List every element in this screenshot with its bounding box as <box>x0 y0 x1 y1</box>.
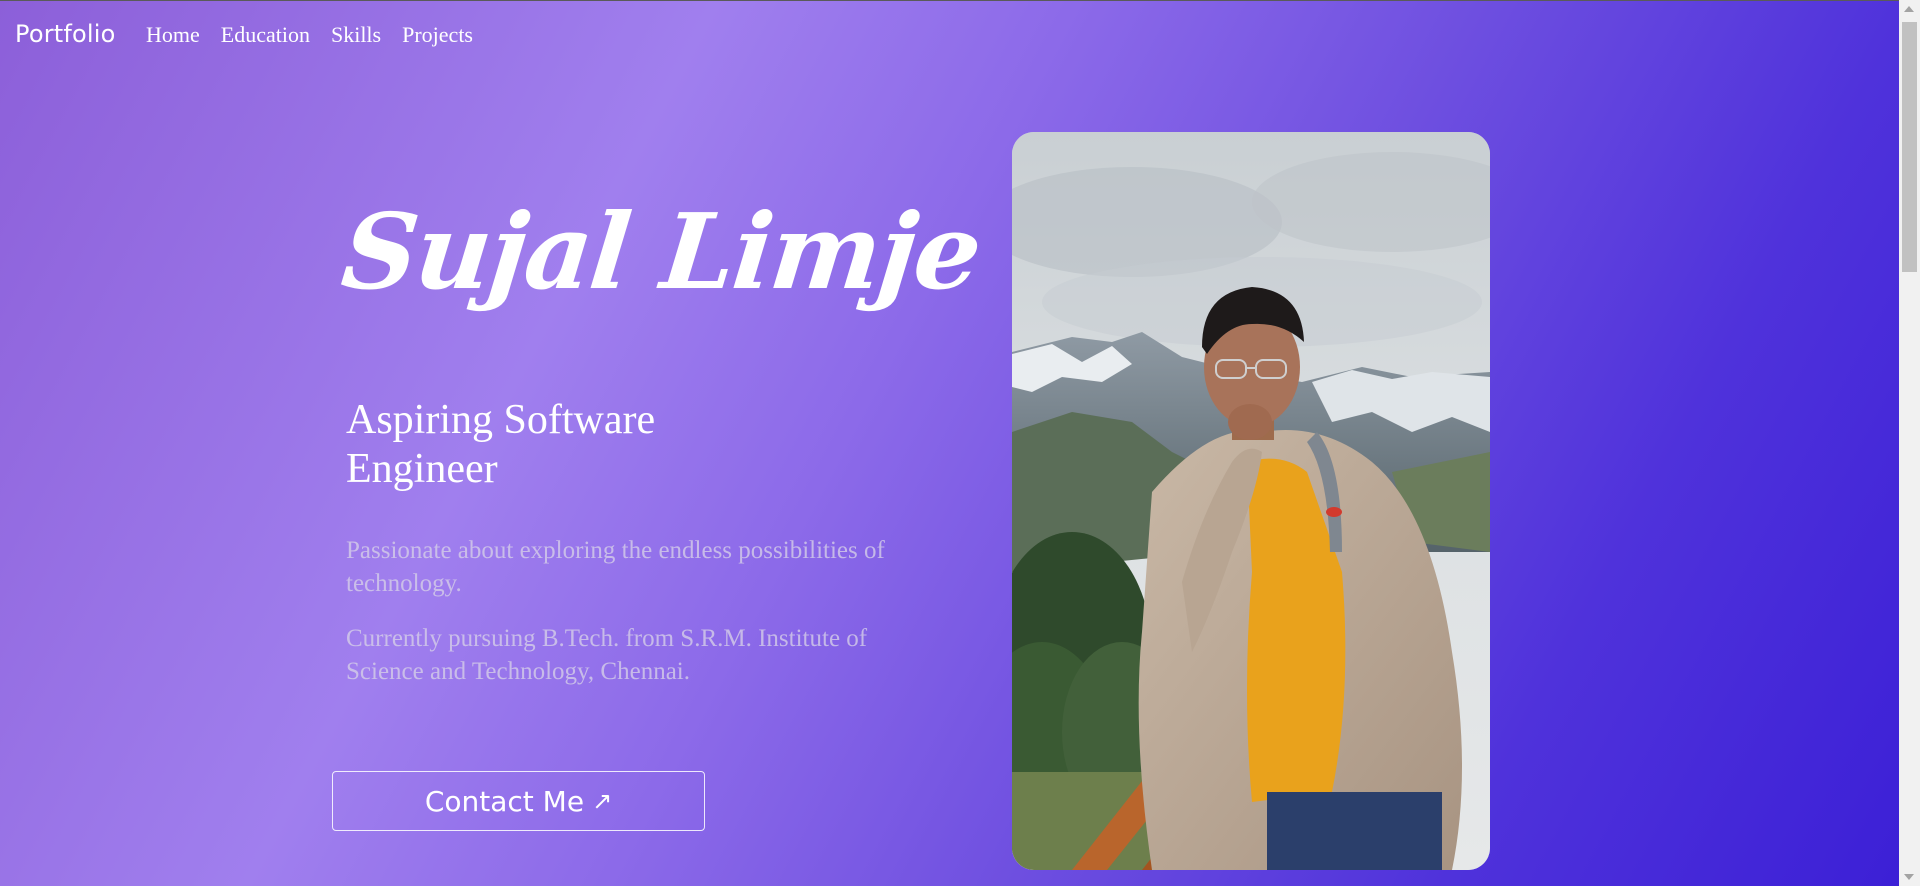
navbar: Portfolio Home Education Skills Projects <box>0 0 1898 72</box>
brand-logo[interactable]: Portfolio <box>15 20 116 48</box>
nav-link-home[interactable]: Home <box>146 22 200 48</box>
contact-me-button[interactable]: Contact Me ↗ <box>332 771 705 831</box>
arrow-up-right-icon: ↗ <box>592 787 613 815</box>
hero-paragraph-passion: Passionate about exploring the endless p… <box>346 537 885 597</box>
scroll-down-icon[interactable] <box>1904 874 1914 880</box>
nav-link-skills[interactable]: Skills <box>331 22 381 48</box>
scroll-up-icon[interactable] <box>1904 6 1914 12</box>
profile-photo <box>1012 132 1490 870</box>
hero-subtitle: Aspiring Software Engineer <box>346 397 656 492</box>
nav-link-education[interactable]: Education <box>221 22 310 48</box>
contact-button-label: Contact Me <box>424 784 585 818</box>
hero-paragraph-education: Currently pursuing B.Tech. from S.R.M. I… <box>346 625 868 685</box>
hero-name: Sujal Limje <box>336 190 986 313</box>
nav-links: Home Education Skills Projects <box>146 22 473 48</box>
nav-link-projects[interactable]: Projects <box>402 22 473 48</box>
scrollbar-thumb[interactable] <box>1902 22 1917 272</box>
